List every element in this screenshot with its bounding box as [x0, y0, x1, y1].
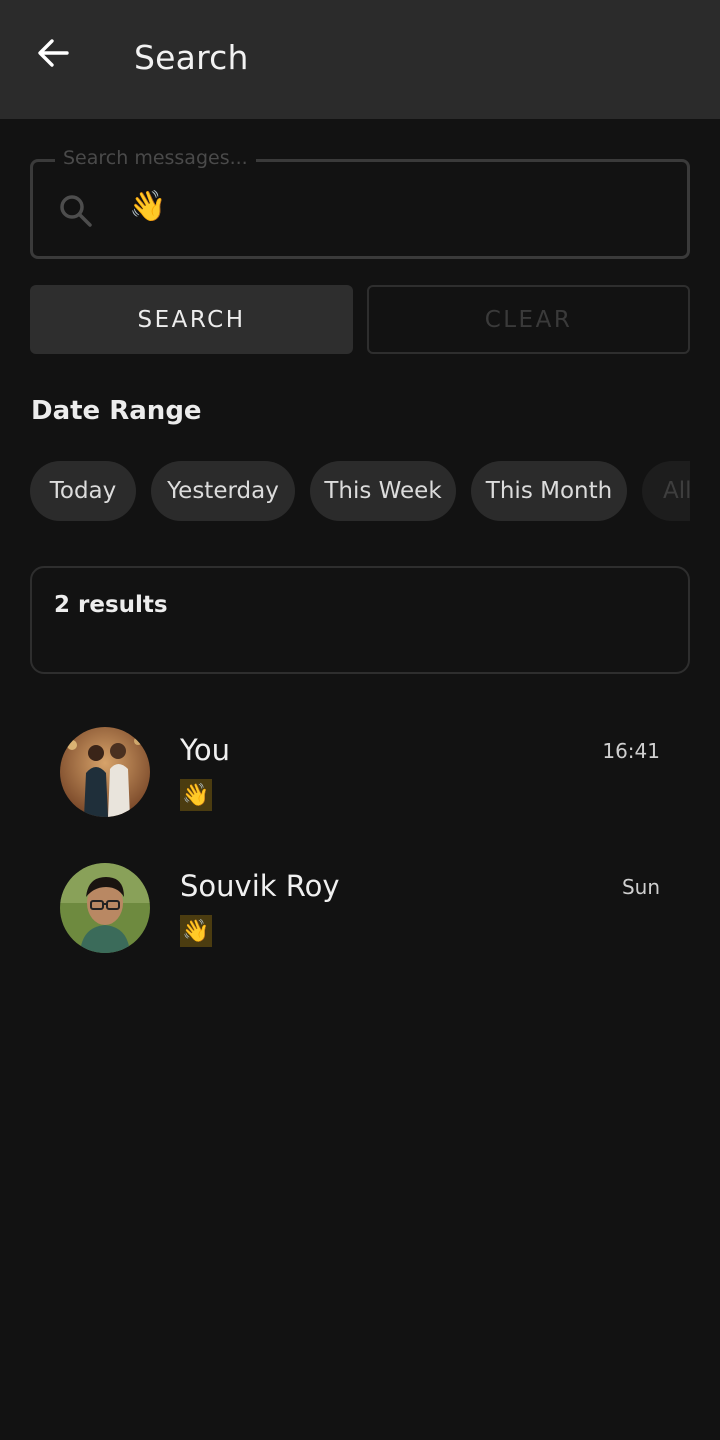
clear-button[interactable]: CLEAR: [367, 285, 690, 354]
arrow-left-icon: [38, 39, 69, 67]
message-preview: 👋: [180, 915, 212, 947]
message-time: Sun: [621, 875, 660, 899]
chip-all[interactable]: All: [642, 461, 690, 521]
chip-this-month[interactable]: This Month: [471, 461, 627, 521]
date-range-label: Date Range: [31, 396, 202, 426]
chip-today[interactable]: Today: [30, 461, 136, 521]
avatar: [60, 863, 150, 953]
message-time: 16:41: [602, 739, 660, 763]
message-preview: 👋: [180, 779, 212, 811]
search-input[interactable]: Search messages... 👋: [30, 147, 690, 259]
search-button[interactable]: SEARCH: [30, 285, 353, 354]
results-count: 2 results: [54, 592, 168, 618]
result-item[interactable]: Souvik Roy Sun 👋: [30, 863, 690, 983]
back-button[interactable]: [26, 30, 80, 76]
app-bar: Search: [0, 0, 720, 119]
sender-name: You: [180, 733, 230, 767]
page-title: Search: [134, 38, 249, 77]
results-summary: 2 results: [30, 566, 690, 674]
search-icon: [60, 195, 92, 227]
date-range-chips: Today Yesterday This Week This Month All: [30, 461, 690, 521]
chip-yesterday[interactable]: Yesterday: [151, 461, 295, 521]
search-value: 👋: [129, 189, 167, 224]
result-item[interactable]: You 16:41 👋: [30, 727, 690, 847]
avatar: [60, 727, 150, 817]
chip-this-week[interactable]: This Week: [310, 461, 456, 521]
sender-name: Souvik Roy: [180, 869, 340, 903]
search-placeholder: Search messages...: [55, 147, 256, 169]
